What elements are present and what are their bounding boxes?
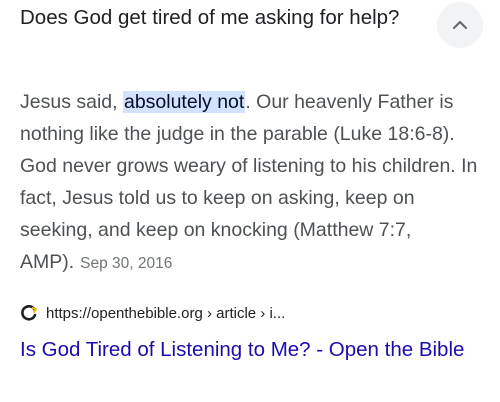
source-url[interactable]: https://openthebible.org › article › i..…: [46, 305, 285, 322]
chevron-up-icon: [453, 21, 467, 29]
source-row[interactable]: https://openthebible.org › article › i..…: [20, 302, 285, 324]
answer-text-start: Jesus said,: [20, 91, 123, 113]
result-title-link[interactable]: Is God Tired of Listening to Me? - Open …: [20, 334, 480, 366]
answer-date: Sep 30, 2016: [80, 255, 173, 272]
openthebible-logo-icon: [20, 304, 38, 322]
answer-snippet: Jesus said, absolutely not. Our heavenly…: [20, 86, 490, 280]
answer-text-rest: . Our heavenly Father is nothing like th…: [20, 91, 478, 273]
answer-highlight: absolutely not: [122, 91, 246, 113]
collapse-button[interactable]: [437, 2, 483, 48]
question-heading[interactable]: Does God get tired of me asking for help…: [20, 4, 400, 32]
